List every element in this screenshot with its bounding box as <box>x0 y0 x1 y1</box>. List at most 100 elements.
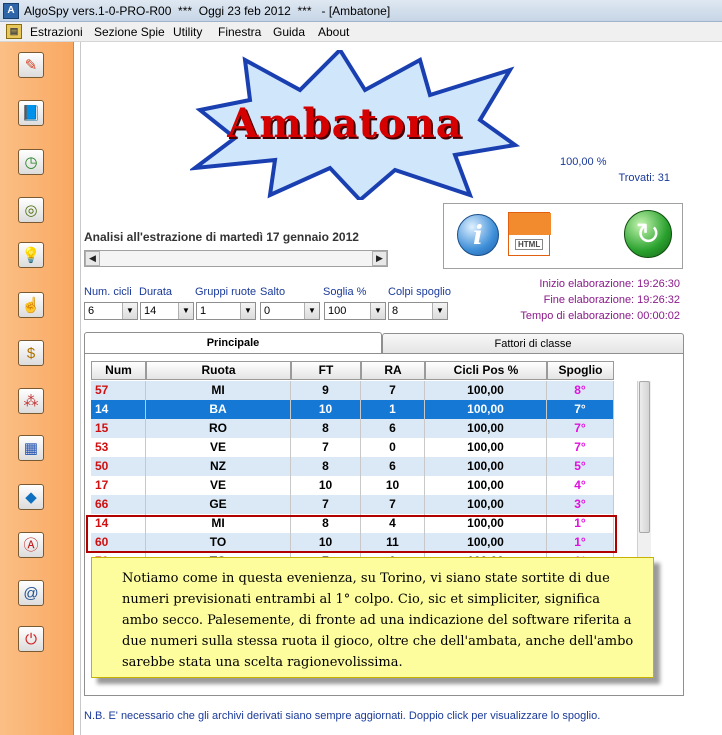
cell-ruota: BA <box>146 400 291 419</box>
sidebar-toolbar: ✎ 📘 ◷ ◎ 💡 ☝ $ ⁂ ▦ ◆ Ⓐ @ ⏻ <box>0 42 74 735</box>
cell-num: 66 <box>91 495 146 514</box>
chevron-down-icon[interactable]: ▼ <box>240 303 255 319</box>
cell-ft: 9 <box>291 381 361 400</box>
table-row[interactable]: 17 VE 10 10 100,00 4° <box>91 476 614 495</box>
vertical-scrollbar[interactable] <box>637 381 651 557</box>
table-row[interactable]: 66 GE 7 7 100,00 3° <box>91 495 614 514</box>
cell-spoglio: 4° <box>547 476 614 495</box>
cell-cicli-pos: 100,00 <box>425 419 547 438</box>
menu-utility[interactable]: Utility <box>173 25 202 39</box>
label-num-cicli: Num. cicli <box>84 286 132 298</box>
cell-ft: 7 <box>291 495 361 514</box>
cell-ra: 10 <box>361 476 425 495</box>
tab-principale[interactable]: Principale <box>84 332 382 354</box>
durata-select[interactable]: 14 ▼ <box>140 302 194 320</box>
label-soglia: Soglia % <box>323 286 367 298</box>
colpi-spoglio-select[interactable]: 8 ▼ <box>388 302 448 320</box>
chevron-down-icon[interactable]: ▼ <box>304 303 319 319</box>
cell-cicli-pos: 100,00 <box>425 457 547 476</box>
scroll-thumb[interactable] <box>639 381 650 533</box>
column-header-ruota[interactable]: Ruota <box>146 361 291 380</box>
cell-spoglio: 8° <box>547 381 614 400</box>
label-durata: Durata <box>139 286 173 298</box>
footer-note: N.B. E' necessario che gli archivi deriv… <box>84 710 601 722</box>
cell-ft: 10 <box>291 476 361 495</box>
gruppi-ruote-select[interactable]: 1 ▼ <box>196 302 256 320</box>
cell-cicli-pos: 100,00 <box>425 381 547 400</box>
cell-num: 50 <box>91 457 146 476</box>
cell-cicli-pos: 100,00 <box>425 438 547 457</box>
clock-icon[interactable]: ◷ <box>18 149 44 175</box>
menu-sezione-spie[interactable]: Sezione Spie <box>94 25 165 39</box>
scroll-left-icon[interactable]: ◀ <box>85 251 100 266</box>
salto-select[interactable]: 0 ▼ <box>260 302 320 320</box>
document-icon[interactable]: ▤ <box>6 24 22 39</box>
book-icon[interactable]: 📘 <box>18 100 44 126</box>
found-count: Trovati: 31 <box>618 172 670 184</box>
end-time: Fine elaborazione: 19:26:32 <box>543 294 680 306</box>
cell-ft: 10 <box>291 400 361 419</box>
cell-num: 17 <box>91 476 146 495</box>
tab-fattori-di-classe[interactable]: Fattori di classe <box>382 333 684 354</box>
title-bar: A AlgoSpy vers.1-0-PRO-R00 *** Oggi 23 f… <box>0 0 722 22</box>
address-book-icon[interactable]: @ <box>18 580 44 606</box>
scroll-right-icon[interactable]: ▶ <box>372 251 387 266</box>
cell-num: 57 <box>91 381 146 400</box>
cell-ft: 8 <box>291 419 361 438</box>
cell-spoglio: 3° <box>547 495 614 514</box>
label-gruppi-ruote: Gruppi ruote <box>195 286 257 298</box>
menu-bar: ▤ Estrazioni Sezione Spie Utility Finest… <box>0 22 722 42</box>
html-export-icon[interactable]: HTML <box>508 212 551 256</box>
label-salto: Salto <box>260 286 286 298</box>
chevron-down-icon[interactable]: ▼ <box>432 303 447 319</box>
network-icon[interactable]: ⁂ <box>18 388 44 414</box>
cell-ra: 1 <box>361 400 425 419</box>
table-row[interactable]: 15 RO 8 6 100,00 7° <box>91 419 614 438</box>
chevron-down-icon[interactable]: ▼ <box>370 303 385 319</box>
binoculars-icon[interactable]: ◎ <box>18 197 44 223</box>
window-title: AlgoSpy vers.1-0-PRO-R00 *** Oggi 23 feb… <box>24 4 391 18</box>
annotation-note: Notiamo come in questa evenienza, su Tor… <box>91 557 654 678</box>
dollar-icon[interactable]: $ <box>18 340 44 366</box>
cell-spoglio: 7° <box>547 438 614 457</box>
cell-ruota: VE <box>146 476 291 495</box>
menu-guida[interactable]: Guida <box>273 25 305 39</box>
label-colpi-spoglio: Colpi spoglio <box>388 286 451 298</box>
column-header-ra[interactable]: RA <box>361 361 425 380</box>
column-header-ft[interactable]: FT <box>291 361 361 380</box>
column-header-cicli-pos[interactable]: Cicli Pos % <box>425 361 547 380</box>
menu-finestra[interactable]: Finestra <box>218 25 261 39</box>
chevron-down-icon[interactable]: ▼ <box>122 303 137 319</box>
info-icon[interactable]: i <box>457 214 499 256</box>
calendar-icon[interactable]: ▦ <box>18 435 44 461</box>
cell-ruota: VE <box>146 438 291 457</box>
cell-ra: 6 <box>361 419 425 438</box>
table-row[interactable]: 57 MI 9 7 100,00 8° <box>91 381 614 400</box>
pencil-icon[interactable]: ✎ <box>18 52 44 78</box>
tab-bar: Principale Fattori di classe <box>84 332 684 354</box>
cell-num: 53 <box>91 438 146 457</box>
soglia-select[interactable]: 100 ▼ <box>324 302 386 320</box>
horizontal-scrollbar[interactable]: ◀ ▶ <box>84 250 388 267</box>
divider <box>80 42 81 735</box>
table-row[interactable]: 53 VE 7 0 100,00 7° <box>91 438 614 457</box>
cell-ruota: MI <box>146 381 291 400</box>
column-header-spoglio[interactable]: Spoglio <box>547 361 614 380</box>
menu-estrazioni[interactable]: Estrazioni <box>30 25 83 39</box>
num-cicli-select[interactable]: 6 ▼ <box>84 302 138 320</box>
power-icon[interactable]: ⏻ <box>18 626 44 652</box>
refresh-icon[interactable]: ↻ <box>624 210 672 258</box>
table-row[interactable]: 14 BA 10 1 100,00 7° <box>91 400 614 419</box>
elapsed-time: Tempo di elaborazione: 00:00:02 <box>520 310 680 322</box>
lightbulb-icon[interactable]: 💡 <box>18 242 44 268</box>
gem-icon[interactable]: ◆ <box>18 484 44 510</box>
hand-icon[interactable]: ☝ <box>18 292 44 318</box>
menu-about[interactable]: About <box>318 25 349 39</box>
chevron-down-icon[interactable]: ▼ <box>178 303 193 319</box>
table-row[interactable]: 50 NZ 8 6 100,00 5° <box>91 457 614 476</box>
column-header-num[interactable]: Num <box>91 361 146 380</box>
app-icon: A <box>3 3 19 19</box>
start-time: Inizio elaborazione: 19:26:30 <box>539 278 680 290</box>
a-circle-icon[interactable]: Ⓐ <box>18 532 44 558</box>
cell-ft: 7 <box>291 438 361 457</box>
